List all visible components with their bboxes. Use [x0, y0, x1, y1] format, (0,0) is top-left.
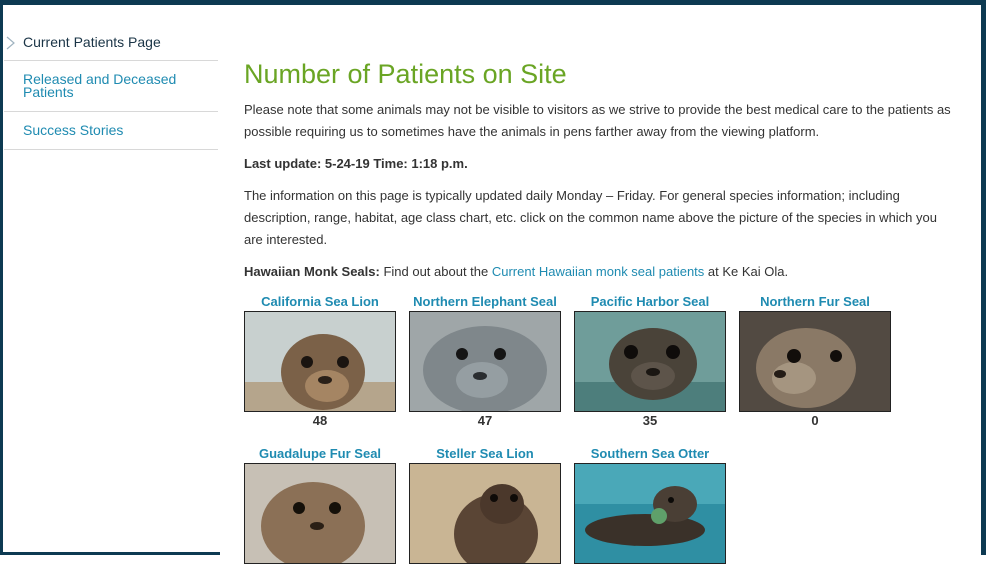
species-card: Southern Sea Otter — [574, 446, 726, 564]
sidebar-item-label: Current Patients Page — [23, 34, 161, 50]
species-photo[interactable] — [409, 311, 561, 412]
species-card: Pacific Harbor Seal 35 — [574, 294, 726, 430]
visibility-note: Please note that some animals may not be… — [244, 102, 951, 139]
species-link[interactable]: Steller Sea Lion — [409, 446, 561, 462]
sidebar-item-current-patients[interactable]: Current Patients Page — [4, 26, 218, 61]
page-title: Number of Patients on Site — [244, 59, 567, 89]
window-frame-left — [0, 0, 3, 555]
species-photo[interactable] — [574, 311, 726, 412]
species-photo[interactable] — [739, 311, 891, 412]
sidebar-nav: Current Patients Page Released and Decea… — [4, 26, 218, 150]
sidebar-item-label: Released and Deceased Patients — [23, 71, 177, 100]
species-photo[interactable] — [244, 311, 396, 412]
last-update: Last update: 5-24-19 Time: 1:18 p.m. — [244, 156, 468, 171]
species-link[interactable]: Southern Sea Otter — [574, 446, 726, 462]
species-link[interactable]: California Sea Lion — [244, 294, 396, 310]
chevron-right-icon — [6, 36, 15, 50]
window-frame-top — [0, 0, 986, 5]
patient-count: 48 — [312, 413, 328, 428]
species-card: Guadalupe Fur Seal — [244, 446, 396, 564]
species-card: Steller Sea Lion — [409, 446, 561, 564]
sidebar-item-success-stories[interactable]: Success Stories — [4, 112, 218, 150]
patient-count: 47 — [477, 413, 493, 428]
monk-seal-paragraph: Hawaiian Monk Seals: Find out about the … — [244, 261, 954, 283]
species-card: Northern Elephant Seal 47 — [409, 294, 561, 430]
species-card: Northern Fur Seal 0 — [739, 294, 891, 430]
monk-seal-pre: Find out about the — [379, 264, 492, 279]
patient-count: 0 — [811, 413, 819, 428]
species-photo[interactable] — [244, 463, 396, 564]
species-photo[interactable] — [574, 463, 726, 564]
species-link[interactable]: Northern Fur Seal — [739, 294, 891, 310]
monk-seal-post: at Ke Kai Ola. — [704, 264, 789, 279]
main-content: Number of Patients on Site Please note t… — [244, 57, 954, 293]
species-link[interactable]: Guadalupe Fur Seal — [244, 446, 396, 462]
sidebar-item-label: Success Stories — [23, 122, 124, 138]
patient-count: 35 — [642, 413, 658, 428]
species-link[interactable]: Northern Elephant Seal — [409, 294, 561, 310]
window-frame-right — [981, 0, 986, 555]
species-card: California Sea Lion 48 — [244, 294, 396, 430]
sidebar-item-released-deceased[interactable]: Released and Deceased Patients — [4, 61, 218, 112]
monk-seal-label: Hawaiian Monk Seals: — [244, 264, 380, 279]
species-link[interactable]: Pacific Harbor Seal — [574, 294, 726, 310]
monk-seal-patients-link[interactable]: Current Hawaiian monk seal patients — [492, 264, 704, 279]
info-paragraph: The information on this page is typicall… — [244, 188, 937, 247]
species-photo[interactable] — [409, 463, 561, 564]
